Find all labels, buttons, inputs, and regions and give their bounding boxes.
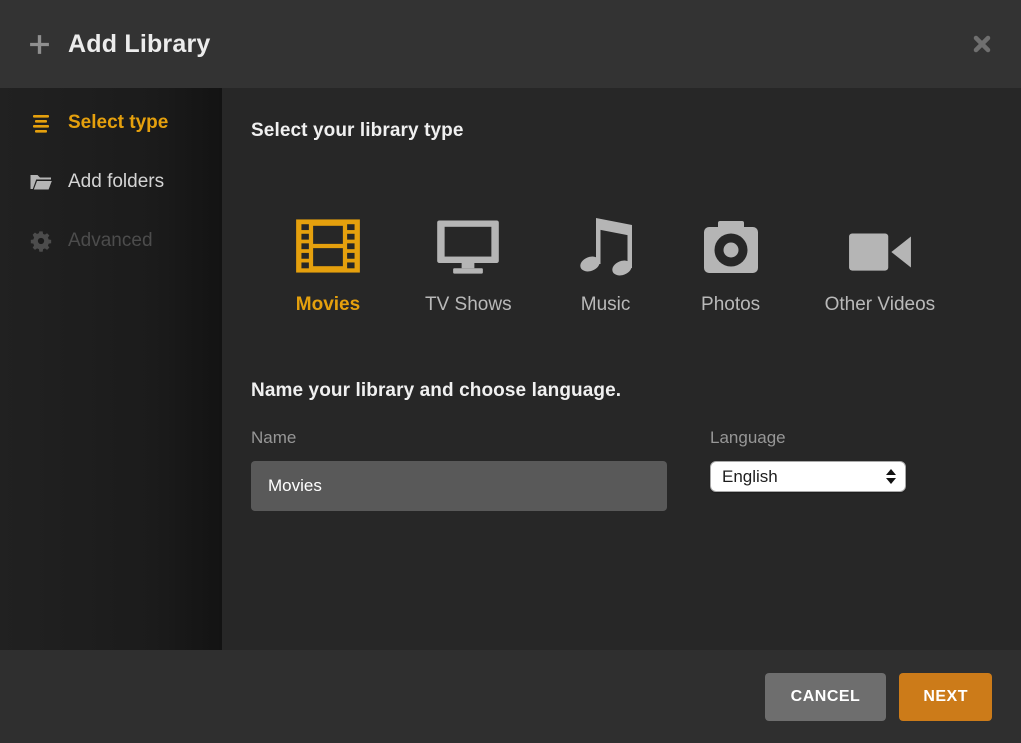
video-camera-icon — [847, 210, 913, 278]
sidebar-item-add-folders[interactable]: Add folders — [0, 152, 222, 212]
type-tile-label: Other Videos — [825, 294, 936, 316]
camera-icon — [700, 210, 762, 278]
dialog-title: Add Library — [68, 30, 211, 59]
type-tile-label: TV Shows — [425, 294, 512, 316]
library-type-picker: Movies TV Shows — [294, 210, 1021, 316]
add-library-dialog: Add Library Select type — [0, 0, 1021, 743]
library-name-input[interactable] — [251, 461, 667, 511]
type-tile-music[interactable]: Music — [575, 210, 637, 316]
name-language-heading: Name your library and choose language. — [251, 380, 1021, 402]
language-selected-value: English — [722, 467, 886, 487]
tv-icon — [434, 210, 502, 278]
type-tile-label: Music — [581, 294, 631, 316]
up-down-arrows-icon — [886, 469, 896, 484]
library-type-heading: Select your library type — [251, 120, 1021, 142]
type-tile-tv-shows[interactable]: TV Shows — [425, 210, 512, 316]
type-tile-photos[interactable]: Photos — [700, 210, 762, 316]
main-panel: Select your library type Movies — [222, 88, 1021, 650]
cancel-button[interactable]: CANCEL — [765, 673, 887, 721]
gear-icon — [29, 230, 53, 252]
name-label: Name — [251, 428, 667, 448]
plus-icon — [28, 33, 51, 56]
language-select[interactable]: English — [710, 461, 906, 492]
dialog-footer: CANCEL NEXT — [0, 650, 1021, 743]
close-button[interactable] — [967, 29, 997, 59]
open-folder-icon — [29, 170, 53, 194]
sidebar-item-select-type[interactable]: Select type — [0, 94, 222, 152]
name-language-form: Name Language English — [251, 428, 1021, 511]
list-lines-icon — [29, 112, 53, 134]
type-tile-label: Photos — [701, 294, 760, 316]
language-label: Language — [710, 428, 906, 448]
wizard-steps-sidebar: Select type Add folders Advanced — [0, 88, 222, 650]
sidebar-item-label: Select type — [68, 112, 168, 134]
next-button[interactable]: NEXT — [899, 673, 992, 721]
sidebar-item-label: Add folders — [68, 171, 164, 193]
type-tile-other-videos[interactable]: Other Videos — [825, 210, 936, 316]
sidebar-item-label: Advanced — [68, 230, 153, 252]
sidebar-item-advanced: Advanced — [0, 212, 222, 270]
music-note-icon — [575, 210, 637, 278]
dialog-header: Add Library — [0, 0, 1021, 88]
type-tile-movies[interactable]: Movies — [294, 210, 362, 316]
close-icon — [972, 34, 992, 54]
type-tile-label: Movies — [296, 294, 360, 316]
film-strip-icon — [294, 210, 362, 278]
